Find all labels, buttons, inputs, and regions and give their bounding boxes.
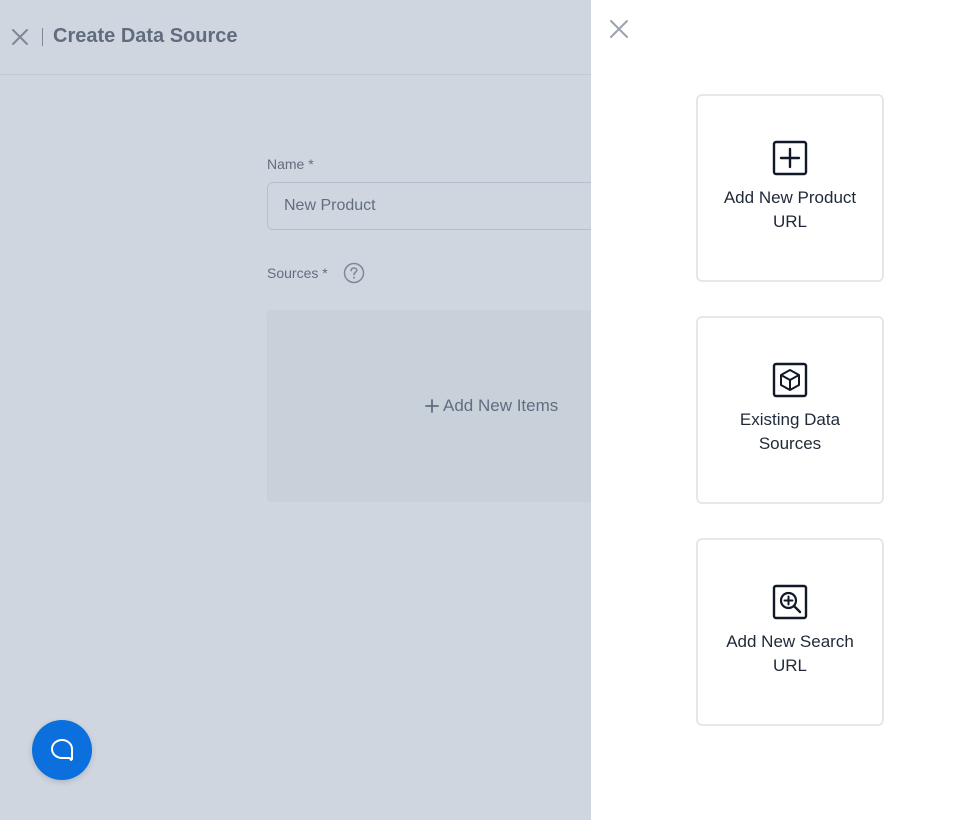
chat-support-button[interactable] [32,720,92,780]
zoom-in-icon [772,584,808,620]
existing-data-sources-card[interactable]: Existing Data Sources [696,316,884,504]
existing-data-sources-label: Existing Data Sources [739,410,841,453]
add-source-drawer: Add New Product URL Existing Data Source… [591,0,968,820]
add-new-product-url-label: Add New Product URL [723,188,857,231]
chat-bubble-icon [51,739,74,761]
add-new-search-url-card[interactable]: Add New Search URL [696,538,884,726]
add-new-product-url-card[interactable]: Add New Product URL [696,94,884,282]
cube-icon [772,362,808,398]
close-icon[interactable] [608,18,630,40]
plus-square-icon [772,140,808,176]
add-new-search-url-label: Add New Search URL [726,632,854,675]
